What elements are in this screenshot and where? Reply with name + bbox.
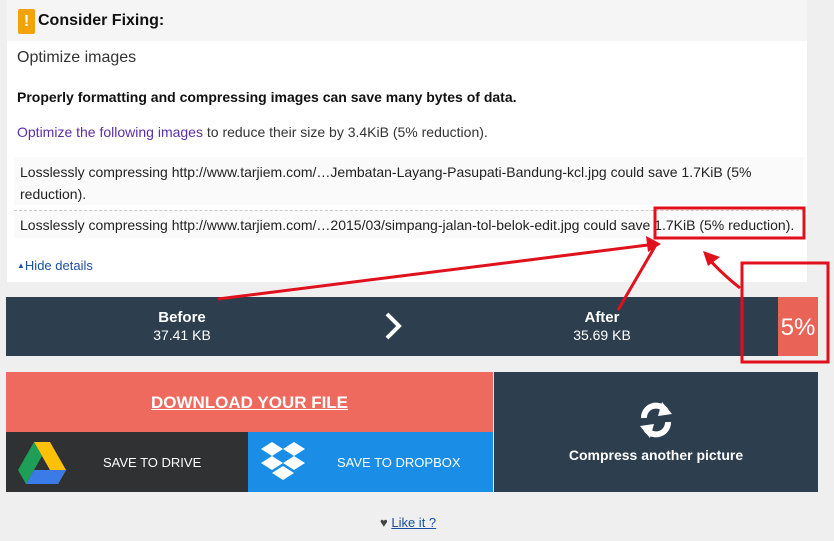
heart-icon: ♥ <box>380 515 388 530</box>
reduce-text: Optimize the following images to reduce … <box>17 124 488 140</box>
compress-another-label: Compress another picture <box>568 447 744 463</box>
download-file-button[interactable]: DOWNLOAD YOUR FILE <box>6 372 493 432</box>
dropbox-icon <box>261 442 305 480</box>
compress-another-button[interactable]: Compress another picture <box>494 372 818 492</box>
before-after-bar: Before 37.41 KB After 35.69 KB <box>6 297 818 356</box>
save-to-drive-button[interactable]: SAVE TO DRIVE <box>6 432 248 492</box>
optimize-images-title: Optimize images <box>17 49 137 66</box>
save-to-dropbox-label: SAVE TO DROPBOX <box>337 455 461 470</box>
after-size: 35.69 KB <box>573 327 631 343</box>
chevron-right-icon <box>385 312 402 340</box>
after-label: After <box>584 309 620 326</box>
reduce-text-rest: to reduce their size by 3.4KiB (5% reduc… <box>202 124 488 140</box>
consider-fixing-title: Consider Fixing: <box>38 12 165 29</box>
after-column: After 35.69 KB <box>426 297 778 356</box>
before-size: 37.41 KB <box>153 327 211 343</box>
save-to-drive-label: SAVE TO DRIVE <box>103 455 202 470</box>
list-item: Lossless​ly compressing http://www.tarji… <box>14 157 804 205</box>
like-label: Like it ? <box>391 515 437 530</box>
hide-details-label: Hide details <box>24 258 93 273</box>
google-drive-icon <box>18 442 66 484</box>
save-to-dropbox-button[interactable]: SAVE TO DROPBOX <box>248 432 493 492</box>
before-column: Before 37.41 KB <box>6 297 358 356</box>
warning-icon: ! <box>18 9 35 34</box>
hide-details-link[interactable]: ▲Hide details <box>17 258 93 273</box>
optimize-link[interactable]: Optimize the following images <box>17 124 203 140</box>
reduction-percent-badge: 5% <box>778 297 818 356</box>
list-item: Losslessly compressing http://www.tarjie… <box>14 210 804 238</box>
like-link[interactable]: ♥ Like it ? <box>380 515 436 530</box>
summary-text: Properly formatting and compressing imag… <box>17 89 517 105</box>
triangle-up-icon: ▲ <box>17 261 25 270</box>
refresh-icon <box>640 402 672 438</box>
before-label: Before <box>158 309 206 326</box>
